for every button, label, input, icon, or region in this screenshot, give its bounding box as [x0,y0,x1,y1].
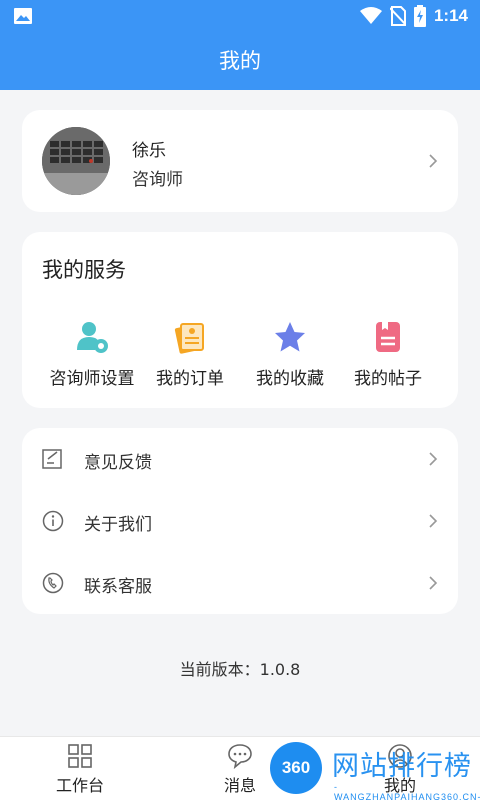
menu-item-feedback[interactable]: 意见反馈 [22,428,458,490]
info-icon [42,510,64,532]
app-version: 当前版本：1.0.8 [179,660,301,679]
service-label: 我的帖子 [354,369,422,389]
image-notification-icon [14,8,32,24]
watermark: 360 网站排行榜 -WANGZHANPAIHANG360.CN- [268,736,480,800]
service-label: 我的订单 [156,369,224,389]
wifi-icon [359,7,382,24]
service-label: 我的收藏 [256,369,324,389]
counselor-settings-icon [77,322,108,353]
watermark-text: 网站排行榜 [332,751,472,782]
watermark-subtext: -WANGZHANPAIHANG360.CN- [334,782,480,800]
page-title: 我的 [0,32,480,90]
status-bar: 1:14 [0,0,480,32]
profile-card[interactable]: 徐乐 咨询师 [22,110,458,212]
phone-icon [42,572,64,594]
chat-icon [228,744,252,769]
service-my-orders[interactable]: 我的订单 [140,320,240,390]
user-role: 咨询师 [132,170,183,190]
tab-workbench[interactable]: 工作台 [40,743,120,796]
feedback-icon [42,449,62,469]
menu-item-label: 意见反馈 [84,453,152,473]
order-icon [174,323,204,354]
chevron-right-icon [429,576,438,590]
chevron-right-icon [429,514,438,528]
clock: 1:14 [433,6,468,25]
chevron-right-icon [429,154,438,168]
menu-item-label: 联系客服 [84,577,152,597]
service-my-favorites[interactable]: 我的收藏 [240,320,340,390]
grid-icon [68,744,92,768]
watermark-badge: 360 [270,742,322,794]
service-label: 咨询师设置 [49,369,135,389]
tab-label: 工作台 [55,776,104,795]
settings-menu: 意见反馈 关于我们 联系客服 [22,428,458,614]
avatar[interactable] [42,127,110,195]
user-name: 徐乐 [132,141,166,161]
menu-item-about[interactable]: 关于我们 [22,490,458,552]
service-counselor-settings[interactable]: 咨询师设置 [42,320,142,390]
no-sim-icon [389,6,406,26]
star-icon [275,322,305,352]
menu-item-contact-support[interactable]: 联系客服 [22,552,458,614]
chevron-right-icon [429,452,438,466]
services-card: 我的服务 咨询师设置 我的订单 我的收藏 我的帖子 [22,232,458,408]
battery-charging-icon [413,5,426,27]
service-my-posts[interactable]: 我的帖子 [338,320,438,390]
menu-item-label: 关于我们 [84,515,152,535]
services-title: 我的服务 [42,258,126,282]
post-icon [376,322,400,352]
